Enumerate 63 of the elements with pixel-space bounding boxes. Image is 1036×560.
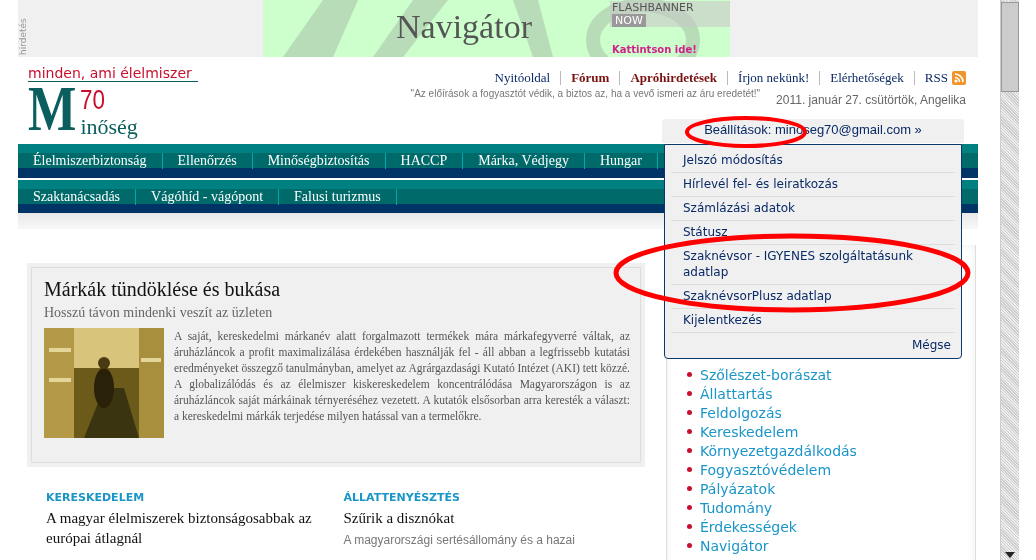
ad-link[interactable]: Kattintson ide! xyxy=(612,44,697,55)
date-line: 2011. január 27. csütörtök, Angelika xyxy=(776,93,966,107)
category-link[interactable]: Környezetgazdálkodás xyxy=(700,442,857,459)
bullet-icon xyxy=(687,391,692,396)
category-link[interactable]: Szőlészet-borászat xyxy=(700,366,832,383)
section-category[interactable]: ÁLLATTENYÉSZTÉS xyxy=(343,491,641,504)
top-link[interactable]: Fórum xyxy=(571,70,610,86)
bullet-icon xyxy=(687,448,692,453)
category-link[interactable]: Feldolgozás xyxy=(700,404,782,421)
nav-item[interactable]: Hungar xyxy=(584,153,658,169)
top-link[interactable]: Elérhetőségek xyxy=(830,70,904,86)
logo-tagline: minden, ami élelmiszer xyxy=(28,65,198,82)
scroll-thumb[interactable] xyxy=(1001,2,1019,92)
top-link[interactable]: RSS xyxy=(924,70,948,86)
menu-item[interactable]: Hírlevél fel- és leiratkozás xyxy=(671,173,955,197)
category-link[interactable]: Állattartás xyxy=(700,385,773,402)
bullet-icon xyxy=(687,543,692,548)
article-headline[interactable]: Szűrik a disznókat xyxy=(343,508,641,528)
category-link[interactable]: Fogyasztóvédelem xyxy=(700,461,832,478)
ad-title: Navigátor xyxy=(396,8,532,46)
nav-item[interactable]: Márka, Védjegy xyxy=(463,153,585,169)
menu-item[interactable]: Számlázási adatok xyxy=(671,197,955,221)
article-title[interactable]: Márkák tündöklése és bukása xyxy=(44,278,630,301)
scroll-down-icon[interactable] xyxy=(1005,552,1015,558)
article-headline[interactable]: A magyar élelmiszerek biztonságosabbak az európai átlagnál xyxy=(46,508,344,548)
nav-item[interactable]: Minőségbiztosítás xyxy=(252,153,386,169)
top-link[interactable]: Írjon nekünk! xyxy=(738,70,810,86)
article-subtitle: Hosszú távon mindenki veszít az üzleten xyxy=(44,305,274,321)
nav-item[interactable]: Ellenőrzés xyxy=(162,153,253,169)
bullet-icon xyxy=(687,505,692,510)
menu-item[interactable]: Szaknévsor - IGYENES szolgáltatásunk adatlap xyxy=(671,245,955,285)
bullet-icon xyxy=(687,467,692,472)
category-link[interactable]: Pályázatok xyxy=(700,480,776,497)
menu-item[interactable]: Kijelentkezés xyxy=(671,309,955,333)
site-motto: "Az előírások a fogyasztót védik, a biztos az, ha a vevő ismeri az áru eredetét!" xyxy=(410,88,761,99)
scrollbar[interactable] xyxy=(1000,0,1019,560)
bullet-icon xyxy=(687,524,692,529)
category-link[interactable]: Érdekességek xyxy=(700,518,797,535)
rss-icon[interactable] xyxy=(952,71,966,85)
nav-item[interactable]: Szaktanácsadás xyxy=(18,188,137,205)
nav-item[interactable]: HACCP xyxy=(385,153,464,169)
bullet-icon xyxy=(687,372,692,377)
top-link[interactable]: Nyitóoldal xyxy=(494,70,551,86)
nav-item[interactable]: Vágóhíd - vágópont xyxy=(136,188,280,205)
ad-badge: FLASHBANNER NOW xyxy=(610,1,730,27)
menu-item[interactable]: Státusz xyxy=(671,221,955,245)
nav-item[interactable]: Élelmiszerbiztonság xyxy=(18,153,163,169)
article-teaser: A magyarországi sertésállomány és a hazai xyxy=(343,533,576,547)
bullet-icon xyxy=(687,410,692,415)
ad-label: hirdetés xyxy=(18,17,27,55)
section-category[interactable]: KERESKEDELEM xyxy=(46,491,344,504)
category-link[interactable]: Tudomány xyxy=(700,499,773,516)
bullet-icon xyxy=(687,429,692,434)
cancel-link[interactable]: Mégse xyxy=(912,338,951,352)
category-link[interactable]: Kereskedelem xyxy=(700,423,799,440)
menu-item[interactable]: SzaknévsorPlusz adatlap xyxy=(671,285,955,309)
ad-banner[interactable]: Navigátor FLASHBANNER NOW Kattintson ide! xyxy=(263,0,730,57)
bullet-icon xyxy=(687,486,692,491)
menu-item[interactable]: Jelszó módosítás xyxy=(671,149,955,173)
top-link[interactable]: Apróhirdetések xyxy=(630,70,718,86)
nav-item[interactable]: Falusi turizmus xyxy=(279,188,397,205)
article-summary: A saját, kereskedelmi márkanév alatt forgalmazott termékek mára márkafegyverré váltak, az áruházláncok a profit maximalizálása érdekében használják fel - áll abban a legfrissebb kutatási eredményeket összegző tanulmányban, amelyet az Agrárgazdasági Kutató Intézet (AKI) tett közzé. A globalizálódás és az élelmiszer kiskereskedelem koncentrálódása Magyarországon is az áruházláncok saját márkáinak térnyeréséhez vezetett. A kutatók elsősorban arra keresték a választ: a kereskedelmi márkák terjedése milyen hatással van a termelőkre. xyxy=(174,329,630,425)
category-link[interactable]: Navigátor xyxy=(700,537,769,554)
